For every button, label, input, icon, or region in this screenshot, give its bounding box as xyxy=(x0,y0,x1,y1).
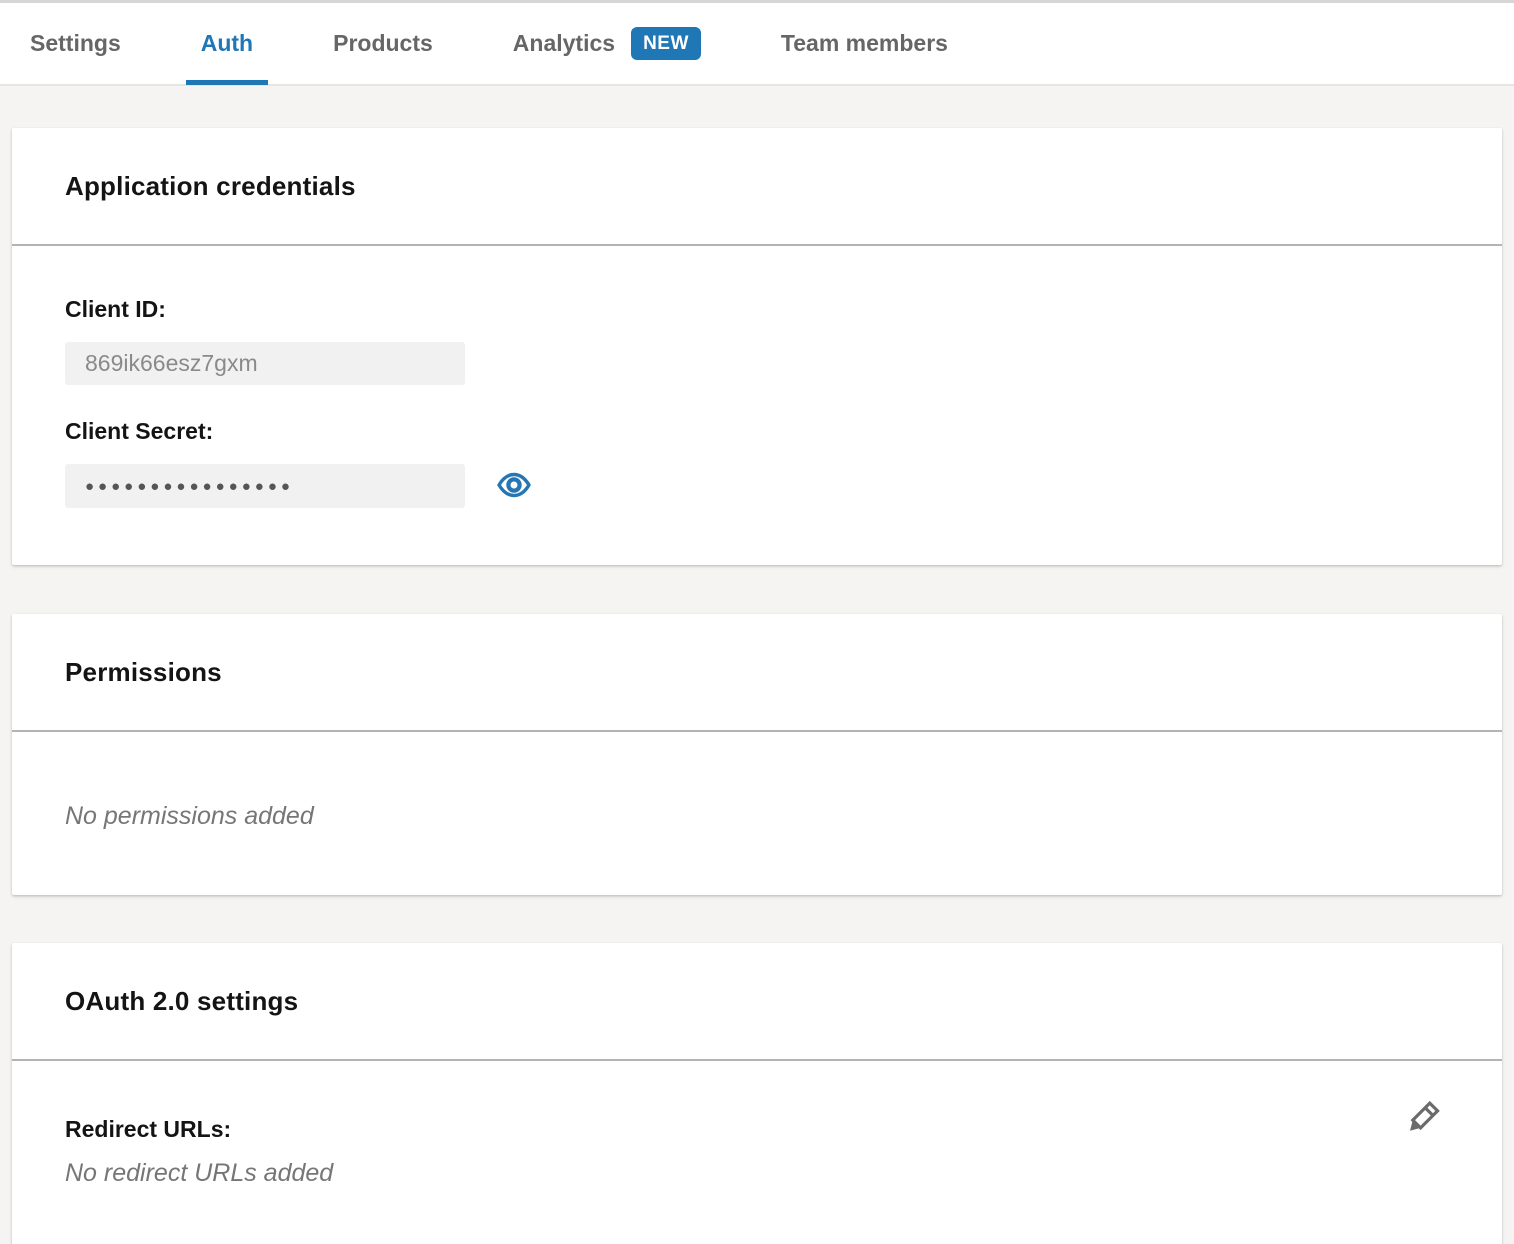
tab-settings[interactable]: Settings xyxy=(30,2,121,85)
application-credentials-title: Application credentials xyxy=(65,171,356,202)
tab-analytics-label: Analytics xyxy=(513,30,615,57)
client-secret-value[interactable]: ●●●●●●●●●●●●●●●● xyxy=(65,464,465,508)
tab-products-label: Products xyxy=(333,30,433,57)
edit-redirect-urls-button[interactable] xyxy=(1400,1097,1444,1141)
new-badge: NEW xyxy=(631,27,701,60)
permissions-body: No permissions added xyxy=(12,732,1502,895)
oauth-settings-card: OAuth 2.0 settings Redirect URLs: No red… xyxy=(12,943,1502,1244)
application-credentials-card: Application credentials Client ID: 869ik… xyxy=(12,128,1502,565)
eye-icon xyxy=(496,467,532,506)
application-credentials-body: Client ID: 869ik66esz7gxm Client Secret:… xyxy=(12,246,1502,565)
tab-auth-label: Auth xyxy=(201,30,253,57)
tab-team-members-label: Team members xyxy=(781,30,948,57)
permissions-header: Permissions xyxy=(12,614,1502,732)
application-credentials-header: Application credentials xyxy=(12,128,1502,246)
redirect-urls-empty-text: No redirect URLs added xyxy=(65,1159,1449,1188)
permissions-empty-text: No permissions added xyxy=(65,802,1449,831)
tab-products[interactable]: Products xyxy=(333,2,433,85)
client-id-label: Client ID: xyxy=(65,296,1449,323)
oauth-settings-header: OAuth 2.0 settings xyxy=(12,943,1502,1061)
permissions-title: Permissions xyxy=(65,657,222,688)
client-secret-label: Client Secret: xyxy=(65,418,1449,445)
oauth-settings-body: Redirect URLs: No redirect URLs added xyxy=(12,1061,1502,1244)
pencil-icon xyxy=(1400,1096,1444,1143)
show-secret-button[interactable] xyxy=(496,468,532,504)
tab-auth[interactable]: Auth xyxy=(201,2,253,85)
tab-settings-label: Settings xyxy=(30,30,121,57)
tab-analytics[interactable]: Analytics NEW xyxy=(513,2,701,85)
tab-team-members[interactable]: Team members xyxy=(781,2,948,85)
client-secret-row: ●●●●●●●●●●●●●●●● xyxy=(65,464,1449,508)
redirect-urls-label: Redirect URLs: xyxy=(65,1116,1449,1143)
tab-bar: Settings Auth Products Analytics NEW Tea… xyxy=(0,3,1514,86)
client-id-value[interactable]: 869ik66esz7gxm xyxy=(65,342,465,385)
permissions-card: Permissions No permissions added xyxy=(12,614,1502,895)
oauth-settings-title: OAuth 2.0 settings xyxy=(65,986,298,1017)
